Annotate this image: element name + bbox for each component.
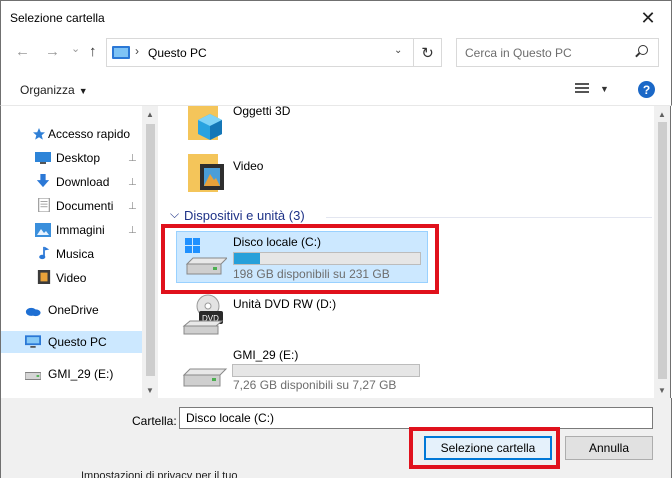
group-divider [326, 217, 652, 218]
back-button[interactable]: ← [15, 43, 30, 60]
folder-name: Video [233, 159, 264, 173]
scroll-up-icon[interactable]: ▲ [146, 110, 154, 119]
sidebar-item-desktop[interactable]: Desktop ⊥ [1, 147, 142, 169]
background-text-fragment: Impostazioni di privacy per il tuo [81, 470, 238, 478]
desktop-icon [35, 152, 51, 164]
sidebar-item-onedrive[interactable]: OneDrive [1, 299, 142, 321]
annotation-highlight-box [409, 427, 560, 469]
search-input[interactable]: Cerca in Questo PC [456, 38, 659, 67]
sidebar-item-label: Immagini [56, 223, 105, 237]
organize-button[interactable]: Organizza ▼ [20, 83, 88, 97]
cancel-button[interactable]: Annulla [565, 436, 653, 460]
image-icon [35, 223, 51, 237]
sidebar-item-questo-pc[interactable]: Questo PC [1, 331, 142, 353]
sidebar-item-label: OneDrive [48, 303, 99, 317]
caret-down-icon: ▼ [78, 86, 88, 96]
pc-icon [112, 46, 130, 59]
3d-objects-folder-icon [188, 106, 222, 140]
sidebar-item-immagini[interactable]: Immagini ⊥ [1, 219, 142, 241]
sidebar-item-label: Desktop [56, 151, 101, 165]
usb-drive-icon [25, 372, 41, 380]
sidebar-item-accesso-rapido[interactable]: Accesso rapido [1, 123, 142, 145]
sidebar-item-label: Musica [56, 247, 95, 261]
organize-label: Organizza [20, 83, 75, 97]
sidebar-scroll-thumb[interactable] [146, 124, 155, 376]
sidebar-item-label: Documenti [56, 199, 114, 213]
help-button[interactable]: ? [638, 81, 655, 98]
sidebar-item-musica[interactable]: Musica [1, 243, 142, 265]
view-dropdown-icon[interactable]: ▼ [600, 84, 609, 94]
sidebar-item-label: GMI_29 (E:) [48, 367, 114, 381]
group-header-dispositivi[interactable]: Dispositivi e unità (3) [184, 208, 305, 223]
drive-name: GMI_29 (E:) [233, 348, 299, 362]
address-dropdown-icon[interactable]: ⌄ [394, 45, 402, 56]
music-icon [39, 246, 50, 260]
video-icon [37, 270, 51, 284]
drive-name: Unità DVD RW (D:) [233, 297, 337, 311]
group-collapse-icon[interactable]: ⌵ [170, 207, 179, 222]
pin-icon[interactable]: ⊥ [128, 201, 137, 212]
folder-name: Oggetti 3D [233, 106, 291, 118]
command-bar: Organizza ▼ ▼ ? [0, 72, 672, 106]
address-bar[interactable]: › Questo PC ⌄ [106, 38, 414, 67]
file-list[interactable]: Oggetti 3D Video ⌵ Dispositivi e unità (… [158, 106, 654, 398]
view-options-icon[interactable] [575, 83, 589, 95]
pc-icon [25, 335, 41, 348]
breadcrumb-separator[interactable]: › [135, 44, 139, 58]
pin-icon[interactable]: ⊥ [128, 225, 137, 236]
drive-usage-bar [232, 364, 420, 377]
refresh-button[interactable]: ↻ [414, 38, 442, 67]
folder-field-label: Cartella: [132, 414, 177, 428]
search-icon [638, 45, 648, 55]
search-placeholder: Cerca in Questo PC [465, 46, 572, 60]
sidebar-item-label: Download [56, 175, 110, 189]
up-button[interactable]: ↑ [89, 43, 97, 60]
video-folder-icon [188, 154, 224, 192]
window-title: Selezione cartella [10, 11, 105, 25]
folder-field[interactable] [179, 407, 653, 429]
forward-button[interactable]: → [45, 43, 60, 60]
document-icon [38, 198, 50, 212]
navigation-pane[interactable]: Accesso rapido Desktop ⊥ Download ⊥ Docu… [0, 106, 158, 398]
pin-icon[interactable]: ⊥ [128, 177, 137, 188]
dvd-drive-icon: DVD [182, 294, 224, 335]
scroll-down-icon[interactable]: ▼ [658, 386, 666, 395]
cloud-icon [25, 307, 41, 317]
annotation-highlight-box [161, 224, 439, 294]
sidebar-item-gmi-29[interactable]: GMI_29 (E:) [1, 363, 142, 385]
star-icon [33, 128, 45, 140]
usb-drive-icon [182, 368, 228, 387]
sidebar-scrollbar[interactable]: ▲ ▼ [142, 106, 158, 398]
drive-free-space: 7,26 GB disponibili su 7,27 GB [233, 378, 397, 392]
content-scroll-thumb[interactable] [658, 122, 667, 379]
sidebar-item-label: Questo PC [48, 335, 107, 349]
close-button[interactable]: ✕ [633, 6, 663, 30]
sidebar-item-documenti[interactable]: Documenti ⊥ [1, 195, 142, 217]
navigation-bar: ← → ⌄ ↑ › Questo PC ⌄ ↻ Cerca in Questo … [0, 34, 672, 72]
sidebar-item-download[interactable]: Download ⊥ [1, 171, 142, 193]
scroll-up-icon[interactable]: ▲ [658, 110, 666, 119]
scroll-down-icon[interactable]: ▼ [146, 386, 154, 395]
download-icon [36, 174, 50, 188]
breadcrumb-questo-pc[interactable]: Questo PC [148, 46, 207, 60]
recent-locations-chevron-icon[interactable]: ⌄ [71, 42, 80, 55]
bottom-panel: Cartella: Selezione cartella Annulla Imp… [0, 398, 672, 478]
content-scrollbar[interactable]: ▲ ▼ [654, 106, 671, 398]
pin-icon[interactable]: ⊥ [128, 153, 137, 164]
sidebar-item-label: Accesso rapido [48, 127, 131, 141]
sidebar-item-label: Video [56, 271, 87, 285]
title-bar: Selezione cartella ✕ [0, 0, 672, 34]
sidebar-item-video[interactable]: Video [1, 267, 142, 289]
